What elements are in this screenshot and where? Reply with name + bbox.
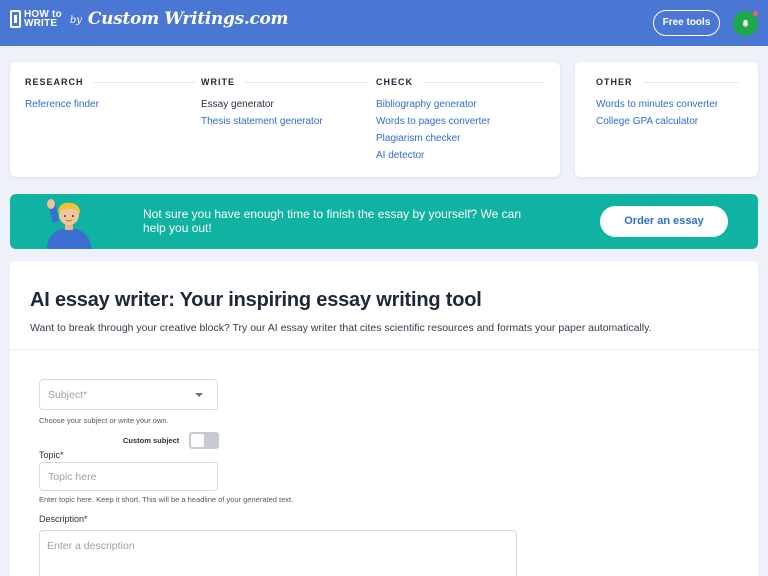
menu-link-plagiarism-checker[interactable]: Plagiarism checker <box>376 130 544 147</box>
menu-column-check: CHECK Bibliography generator Words to pa… <box>376 76 544 164</box>
menu-column-research: RESEARCH Reference finder <box>25 76 195 113</box>
menu-heading-research: RESEARCH <box>25 77 84 87</box>
site-logo[interactable]: HOW to WRITE by Custom Writings.com <box>10 9 289 29</box>
menu-link-words-to-minutes[interactable]: Words to minutes converter <box>596 96 738 113</box>
topic-input[interactable]: Topic here <box>39 462 218 491</box>
subject-placeholder: Subject* <box>48 389 88 401</box>
menu-heading-other: OTHER <box>596 77 633 87</box>
menu-link-reference-finder[interactable]: Reference finder <box>25 96 195 113</box>
menu-column-write: WRITE Essay generator Thesis statement g… <box>201 76 369 130</box>
heading-rule <box>642 81 738 83</box>
menu-column-other: OTHER Words to minutes converter College… <box>596 76 738 130</box>
menu-heading-write: WRITE <box>201 77 235 87</box>
menu-link-bibliography-generator[interactable]: Bibliography generator <box>376 96 544 113</box>
raising-hand-icon <box>47 199 91 249</box>
other-tools-menu: OTHER Words to minutes converter College… <box>575 62 758 177</box>
book-icon <box>10 10 21 28</box>
logo-line-2: WRITE <box>24 18 58 29</box>
topic-placeholder: Topic here <box>48 471 97 483</box>
section-divider <box>10 349 758 350</box>
topic-label: Topic* <box>39 450 64 460</box>
banner-text: Not sure you have enough time to finish … <box>143 207 521 235</box>
free-tools-button[interactable]: Free tools <box>653 10 720 36</box>
chevron-down-icon <box>195 393 203 397</box>
toggle-knob <box>191 434 204 447</box>
logo-by: by <box>69 14 82 26</box>
logo-brand: Custom Writings.com <box>87 9 289 29</box>
description-label: Description* <box>39 514 88 524</box>
top-header: HOW to WRITE by Custom Writings.com Free… <box>0 0 768 46</box>
menu-link-essay-generator[interactable]: Essay generator <box>201 96 369 113</box>
notification-dot <box>752 10 759 17</box>
description-placeholder: Enter a description <box>47 540 135 552</box>
heading-rule <box>93 81 195 83</box>
menu-link-thesis-statement-generator[interactable]: Thesis statement generator <box>201 113 369 130</box>
order-banner: Not sure you have enough time to finish … <box>10 194 758 249</box>
menu-link-ai-detector[interactable]: AI detector <box>376 147 544 164</box>
custom-subject-toggle[interactable] <box>189 432 219 449</box>
tools-menu: RESEARCH Reference finder WRITE Essay ge… <box>10 62 560 177</box>
page-subtitle: Want to break through your creative bloc… <box>30 322 652 334</box>
heading-rule <box>245 81 369 83</box>
custom-subject-label: Custom subject <box>123 436 180 445</box>
notifications-button[interactable] <box>733 10 759 36</box>
page-title: AI essay writer: Your inspiring essay wr… <box>30 289 482 311</box>
menu-heading-check: CHECK <box>376 77 414 87</box>
order-essay-button[interactable]: Order an essay <box>600 206 728 237</box>
logo-wordmark: HOW to WRITE <box>24 10 62 29</box>
essay-writer-card: AI essay writer: Your inspiring essay wr… <box>10 261 758 576</box>
topic-hint: Enter topic here. Keep it short. This wi… <box>39 495 294 504</box>
menu-link-gpa-calculator[interactable]: College GPA calculator <box>596 113 738 130</box>
menu-link-words-to-pages[interactable]: Words to pages converter <box>376 113 544 130</box>
subject-hint: Choose your subject or write your own. <box>39 416 169 425</box>
bell-icon <box>742 19 749 28</box>
subject-select[interactable]: Subject* <box>39 379 218 410</box>
description-textarea[interactable]: Enter a description <box>39 530 517 576</box>
heading-rule <box>423 81 544 83</box>
